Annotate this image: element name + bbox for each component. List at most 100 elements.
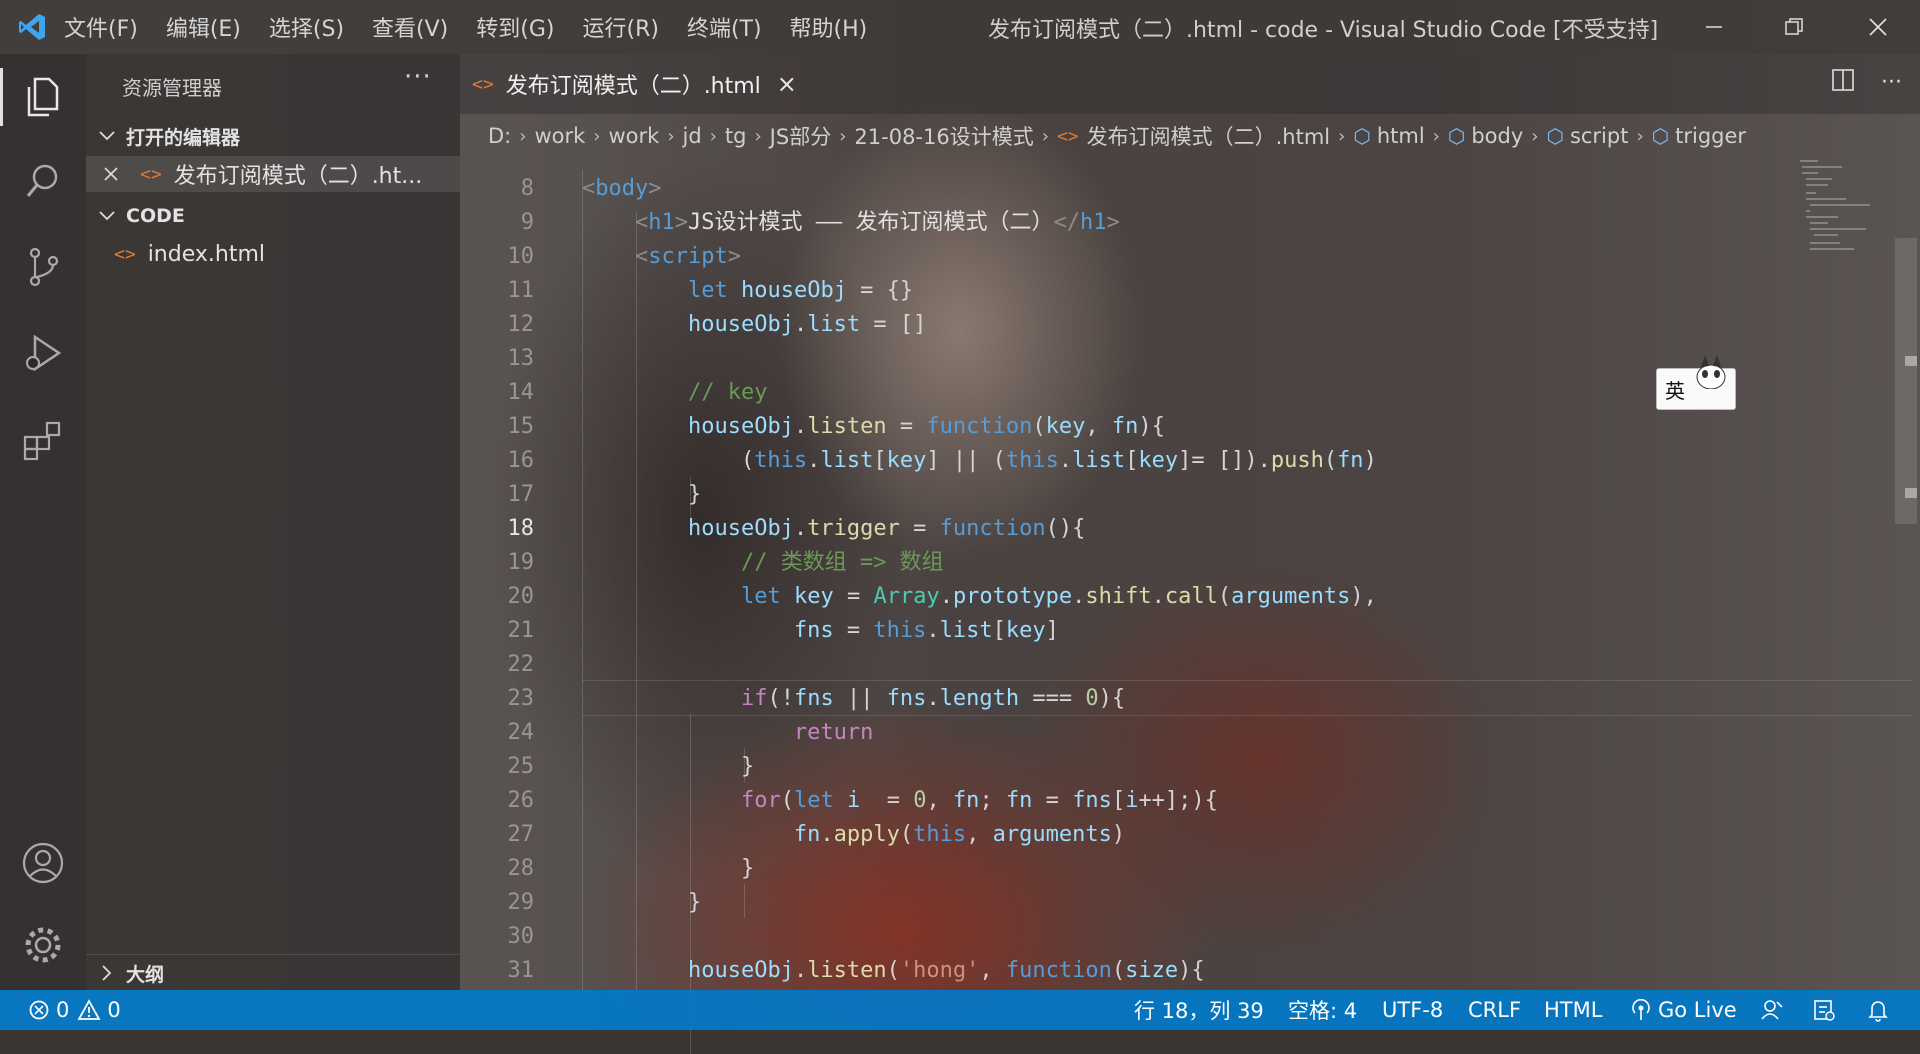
live-share-icon[interactable]: [1812, 990, 1836, 1030]
accounts-icon[interactable]: [0, 828, 86, 898]
menu-item[interactable]: 运行(R): [582, 11, 658, 43]
code-line: 31 houseObj.listen('hong', function(size…: [460, 954, 1895, 988]
explorer-icon[interactable]: [0, 62, 86, 132]
language-mode[interactable]: HTML: [1544, 990, 1602, 1030]
feedback-icon[interactable]: [1760, 990, 1784, 1030]
breadcrumb-file[interactable]: 发布订阅模式（二）.html: [1087, 121, 1331, 151]
code-token: this: [1005, 448, 1059, 473]
code-token: this: [873, 618, 927, 643]
code-token: ] || (: [926, 448, 1006, 473]
breadcrumb-folder[interactable]: D:: [488, 124, 511, 148]
code-token: <: [634, 210, 649, 235]
code-token: (: [1111, 958, 1126, 983]
breadcrumb-folder[interactable]: 21-08-16设计模式: [854, 121, 1033, 151]
go-live-label: Go Live: [1658, 998, 1737, 1022]
code-line: 22: [460, 648, 1895, 682]
open-editor-item[interactable]: <> 发布订阅模式（二）.ht...: [86, 156, 460, 192]
title-bar: 文件(F) 编辑(E) 选择(S) 查看(V) 转到(G) 运行(R) 终端(T) 帮助(H)…: [0, 0, 1920, 54]
menu-bar: 文件(F) 编辑(E) 选择(S) 查看(V) 转到(G) 运行(R) 终端(T) 帮助(H): [64, 11, 895, 43]
menu-item[interactable]: 查看(V): [372, 11, 448, 43]
code-token: let: [793, 788, 834, 813]
code-token: =: [1032, 788, 1073, 813]
line-number: 30: [507, 924, 535, 949]
go-live-button[interactable]: Go Live: [1630, 990, 1737, 1030]
file-item-index-html[interactable]: <> index.html: [86, 236, 460, 272]
code-line: 12 houseObj.list = []: [460, 308, 1895, 342]
breadcrumb-folder[interactable]: JS部分: [770, 121, 832, 151]
code-token: houseObj: [687, 312, 794, 337]
code-token: (!: [767, 686, 794, 711]
code-line: 28 }: [460, 852, 1895, 886]
breadcrumb-symbol[interactable]: script: [1570, 124, 1629, 148]
settings-gear-icon[interactable]: [0, 910, 86, 980]
line-number: 19: [507, 550, 535, 575]
restore-button[interactable]: [1754, 0, 1834, 54]
line-content: (this.list[key] || (this.list[key]= []).…: [582, 444, 1377, 478]
code-token: fn: [1005, 788, 1033, 813]
breadcrumb-folder[interactable]: jd: [683, 124, 702, 148]
extensions-icon[interactable]: [0, 404, 86, 474]
line-number: 13: [507, 346, 535, 371]
search-icon[interactable]: [0, 146, 86, 216]
folder-section-header[interactable]: CODE: [96, 200, 185, 232]
code-token: let: [740, 584, 781, 609]
code-token: // 类数组 => 数组: [740, 550, 944, 575]
code-line: 21 fns = this.list[key]: [460, 614, 1895, 648]
code-token: ++];){: [1138, 788, 1218, 813]
more-actions-icon[interactable]: ···: [1881, 70, 1902, 95]
menu-item[interactable]: 编辑(E): [166, 11, 241, 43]
breadcrumb-symbol[interactable]: body: [1471, 124, 1523, 148]
minimize-button[interactable]: [1674, 0, 1754, 54]
code-token: [: [873, 448, 887, 473]
close-editor-icon[interactable]: [86, 166, 136, 182]
code-token: >: [727, 244, 741, 269]
breadcrumb-symbol[interactable]: trigger: [1675, 124, 1746, 148]
sidebar-more-button[interactable]: ···: [404, 62, 432, 92]
chevron-right-icon: ›: [1531, 125, 1539, 147]
code-token: function: [1005, 958, 1112, 983]
cursor-position[interactable]: 行 18，列 39: [1134, 990, 1264, 1030]
chevron-right-icon: [96, 965, 118, 981]
problems-indicator[interactable]: 0 0: [28, 990, 121, 1030]
status-bar: 0 0 行 18，列 39 空格: 4 UTF-8 CRLF HTML Go L…: [0, 990, 1920, 1030]
eol-setting[interactable]: CRLF: [1468, 990, 1521, 1030]
breadcrumb-folder[interactable]: work: [534, 124, 585, 148]
source-control-icon[interactable]: [0, 232, 86, 302]
code-editor[interactable]: 8 <body> 9 <h1>JS设计模式 —— 发布订阅模式（二）</h1> 10 …: [460, 170, 1912, 1054]
code-line: 23 if(!fns || fns.length === 0){: [460, 682, 1895, 716]
split-editor-icon[interactable]: [1831, 68, 1855, 96]
run-debug-icon[interactable]: [0, 318, 86, 388]
ime-mascot-icon: [1696, 355, 1726, 389]
breadcrumb-folder[interactable]: work: [608, 124, 659, 148]
code-token: script: [648, 244, 728, 269]
tab-active-file[interactable]: <> 发布订阅模式（二）.html ×: [472, 54, 797, 114]
open-editors-section-header[interactable]: 打开的编辑器: [96, 120, 240, 152]
menu-item[interactable]: 转到(G): [476, 11, 554, 43]
notifications-bell-icon[interactable]: [1866, 990, 1890, 1030]
menu-item[interactable]: 选择(S): [269, 11, 344, 43]
menu-item[interactable]: 终端(T): [687, 11, 762, 43]
line-number: 28: [507, 856, 535, 881]
line-content: <body>: [582, 172, 661, 206]
vertical-scrollbar[interactable]: [1895, 238, 1917, 524]
code-token: length: [939, 686, 1020, 711]
encoding-setting[interactable]: UTF-8: [1382, 990, 1443, 1030]
code-token: ]: [1045, 618, 1059, 643]
line-content: // key: [582, 376, 767, 410]
tab-close-button[interactable]: ×: [777, 70, 797, 98]
outline-section-header[interactable]: 大纲: [86, 954, 460, 991]
menu-item[interactable]: 帮助(H): [790, 11, 868, 43]
minimap[interactable]: [1800, 156, 1880, 256]
indentation-setting[interactable]: 空格: 4: [1288, 990, 1357, 1030]
menu-item[interactable]: 文件(F): [64, 11, 138, 43]
line-number: 29: [507, 890, 535, 915]
breadcrumb-folder[interactable]: tg: [725, 124, 747, 148]
breadcrumb-symbol[interactable]: html: [1377, 124, 1425, 148]
broadcast-icon: [1632, 999, 1650, 1020]
line-content: houseObj.list = []: [582, 308, 926, 342]
close-window-button[interactable]: [1838, 0, 1918, 54]
ime-indicator[interactable]: 英: [1656, 355, 1736, 410]
line-content: if(!fns || fns.length === 0){: [582, 682, 1125, 716]
